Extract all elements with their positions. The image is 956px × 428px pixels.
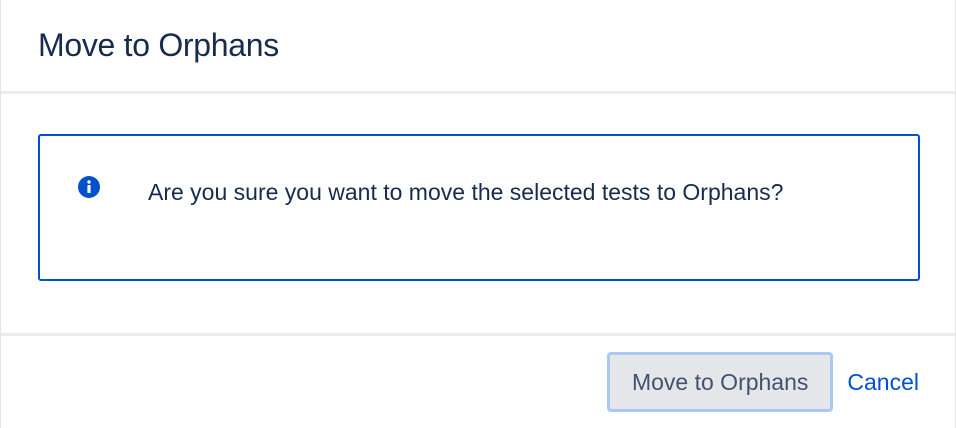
dialog-title: Move to Orphans [38,27,279,63]
info-icon [77,175,101,199]
info-message: Are you sure you want to move the select… [38,134,920,281]
cancel-link[interactable]: Cancel [847,369,919,396]
move-to-orphans-button[interactable]: Move to Orphans [606,352,834,412]
dialog-body: Are you sure you want to move the select… [1,94,955,336]
message-text: Are you sure you want to move the select… [148,179,784,205]
move-to-orphans-dialog: Move to Orphans Are you sure you want to… [0,0,956,428]
dialog-footer: Move to Orphans Cancel [1,336,955,428]
dialog-header: Move to Orphans [1,0,955,94]
